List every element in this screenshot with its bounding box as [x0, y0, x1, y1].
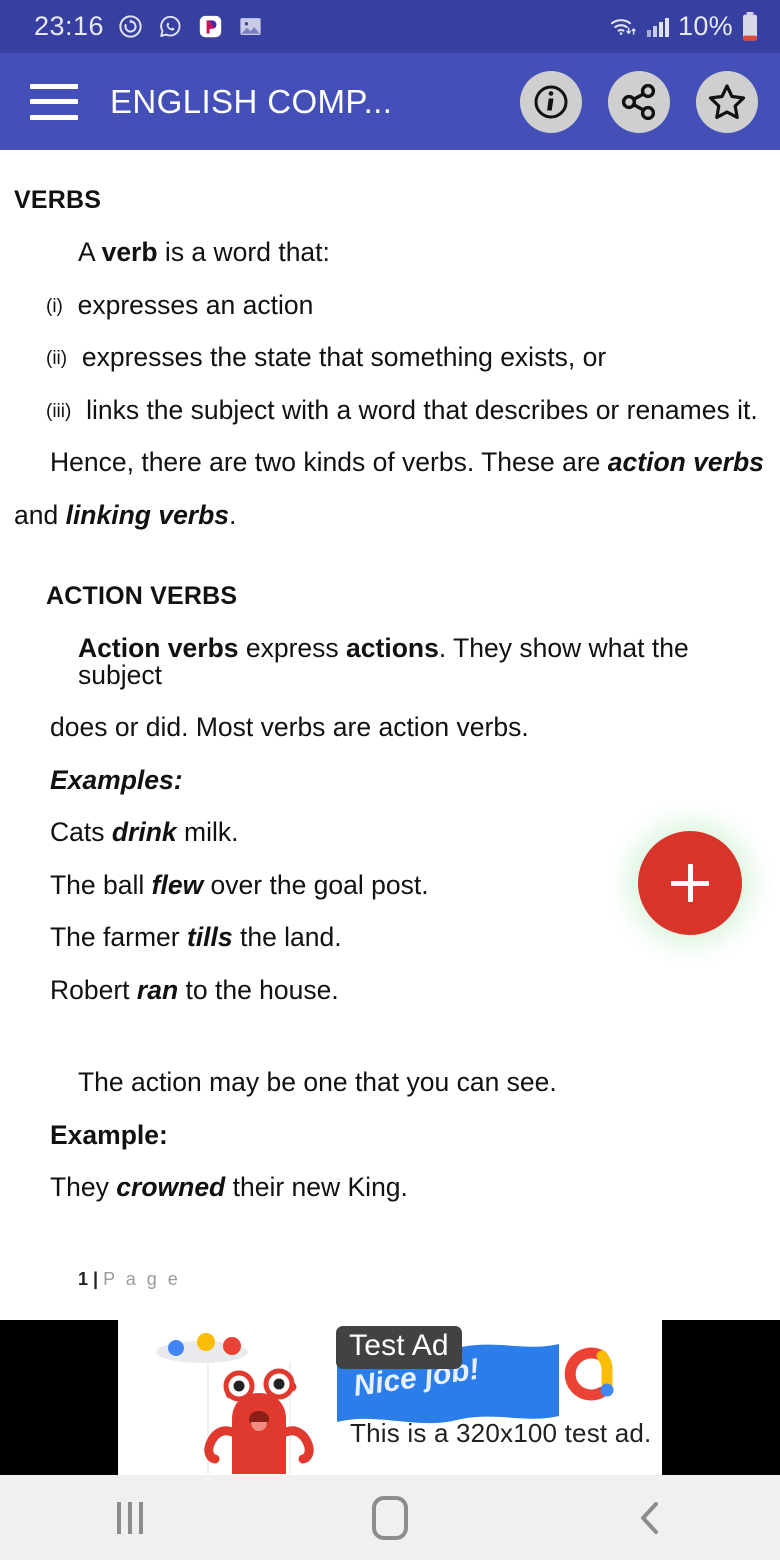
ad-body-text: This is a 320x100 test ad. — [350, 1418, 652, 1448]
battery-low-icon — [743, 11, 757, 41]
home-button[interactable] — [330, 1475, 450, 1560]
actions-bold: actions — [346, 633, 439, 663]
home-icon — [372, 1495, 408, 1540]
battery-percent-label: 10% — [678, 11, 733, 41]
ad-banner[interactable]: Nice job! Test Ad This is a 320x100 test… — [0, 1320, 780, 1475]
examples-label: Examples: — [14, 764, 766, 795]
example-verb: drink — [111, 817, 177, 847]
example-verb: tills — [186, 922, 233, 952]
list-item-text: links the subject with a word that descr… — [86, 394, 758, 425]
example-post: over the goal post. — [203, 869, 429, 900]
list-item-number: (ii) — [46, 348, 68, 369]
signal-bars-icon — [647, 17, 670, 37]
example-sentence: Robert ran to the house. — [14, 974, 766, 1005]
example-post: to the house. — [178, 974, 339, 1005]
ad-letterbox-right — [662, 1320, 780, 1475]
list-item: (iii) links the subject with a word that… — [14, 394, 766, 425]
android-navigation-bar — [0, 1475, 780, 1560]
back-icon — [641, 1501, 658, 1534]
example-pre: The ball — [50, 869, 152, 900]
back-button[interactable] — [590, 1475, 710, 1560]
wifi-icon — [610, 18, 636, 35]
add-button[interactable] — [638, 831, 742, 935]
picsart-icon — [199, 15, 222, 38]
example-sentence: The farmer tills the land. — [14, 924, 766, 951]
ad-content[interactable]: Nice job! Test Ad This is a 320x100 test… — [118, 1320, 662, 1475]
document-heading-verbs: VERBS — [14, 186, 102, 214]
refresh-circle-icon — [119, 15, 142, 38]
example-post: the land. — [232, 922, 342, 952]
page-word: P a g e — [103, 1268, 181, 1289]
example-label: Example: — [14, 1119, 766, 1150]
list-item-number: (i) — [46, 295, 63, 317]
intro-prefix: A — [78, 237, 102, 267]
hence-line-1: Hence, there are two kinds of verbs. The… — [14, 449, 766, 476]
action-see-line: The action may be one that you can see. — [78, 1067, 557, 1097]
action-paragraph-line-1: Action verbs express actions. They show … — [14, 635, 766, 688]
intro-suffix: is a word that: — [157, 237, 330, 267]
plus-icon-vertical — [687, 864, 693, 902]
intro-line: A verb is a word that: — [14, 239, 766, 266]
ad-letterbox-left — [0, 1320, 118, 1475]
example-pre: Cats — [50, 817, 112, 847]
action-verbs-bold: Action verbs — [78, 633, 239, 663]
phone-screen: 23:16 10% ENGLISH COMP... VERBS A verb i… — [0, 0, 780, 1560]
example-pre: They — [50, 1172, 117, 1202]
example-sentence: They crowned their new King. — [14, 1174, 766, 1201]
recents-button[interactable] — [70, 1475, 190, 1560]
example-post: their new King. — [225, 1172, 408, 1202]
share-icon — [621, 83, 656, 120]
status-bar-left: 23:16 — [34, 11, 264, 42]
example-pre: Robert — [50, 974, 137, 1005]
whatsapp-icon — [160, 15, 181, 37]
example-sentence: Cats drink milk. — [14, 819, 766, 846]
favorite-button[interactable] — [696, 70, 758, 133]
status-bar-right: 10% — [608, 11, 760, 43]
action-paragraph-line-2: does or did. Most verbs are action verbs… — [50, 712, 529, 742]
hamburger-menu-icon[interactable] — [30, 83, 78, 120]
example-verb: flew — [151, 869, 204, 900]
action-para-text: express — [238, 633, 347, 663]
list-item: (i) expresses an action — [14, 289, 766, 320]
info-button[interactable] — [520, 70, 582, 133]
info-icon — [534, 85, 568, 118]
admob-logo-icon — [564, 1347, 614, 1401]
page-separator: | — [93, 1268, 99, 1289]
ad-test-badge: Test Ad — [336, 1326, 462, 1370]
list-item: (ii) expresses the state that something … — [14, 344, 766, 371]
example-post: milk. — [176, 817, 239, 847]
example-verb: ran — [136, 974, 179, 1005]
hence-emphasis-action-verbs: action verbs — [607, 447, 764, 477]
hence-period: . — [229, 499, 237, 530]
page-footer: 1 | P a g e — [14, 1269, 766, 1290]
hence-text: Hence, there are two kinds of verbs. The… — [50, 447, 608, 477]
section-heading-action-verbs: ACTION VERBS — [46, 582, 238, 610]
app-title: ENGLISH COMP... — [110, 82, 393, 120]
list-item-number: (iii) — [46, 400, 72, 422]
star-icon — [708, 83, 746, 119]
examples-label-text: Examples: — [50, 764, 183, 795]
hence-line-2: and linking verbs. — [14, 499, 766, 530]
hence-emphasis-linking-verbs: linking verbs — [65, 499, 230, 530]
example-verb: crowned — [116, 1172, 226, 1202]
list-item-text: expresses the state that something exist… — [81, 342, 607, 372]
example-pre: The farmer — [50, 922, 187, 952]
example-label-text: Example: — [50, 1119, 168, 1150]
document-viewer[interactable]: VERBS A verb is a word that: (i) express… — [0, 150, 780, 1300]
intro-bold: verb — [101, 237, 158, 267]
app-bar: ENGLISH COMP... — [0, 53, 780, 150]
document-page: VERBS A verb is a word that: (i) express… — [0, 150, 780, 1300]
list-item-text: expresses an action — [77, 289, 314, 320]
hence-and: and — [14, 499, 66, 530]
app-bar-actions — [520, 70, 758, 133]
status-clock: 23:16 — [34, 11, 105, 41]
page-number: 1 — [78, 1268, 89, 1289]
recents-icon — [117, 1501, 143, 1534]
share-button[interactable] — [608, 70, 670, 133]
status-bar: 23:16 10% — [0, 0, 780, 53]
gallery-icon — [240, 18, 261, 35]
